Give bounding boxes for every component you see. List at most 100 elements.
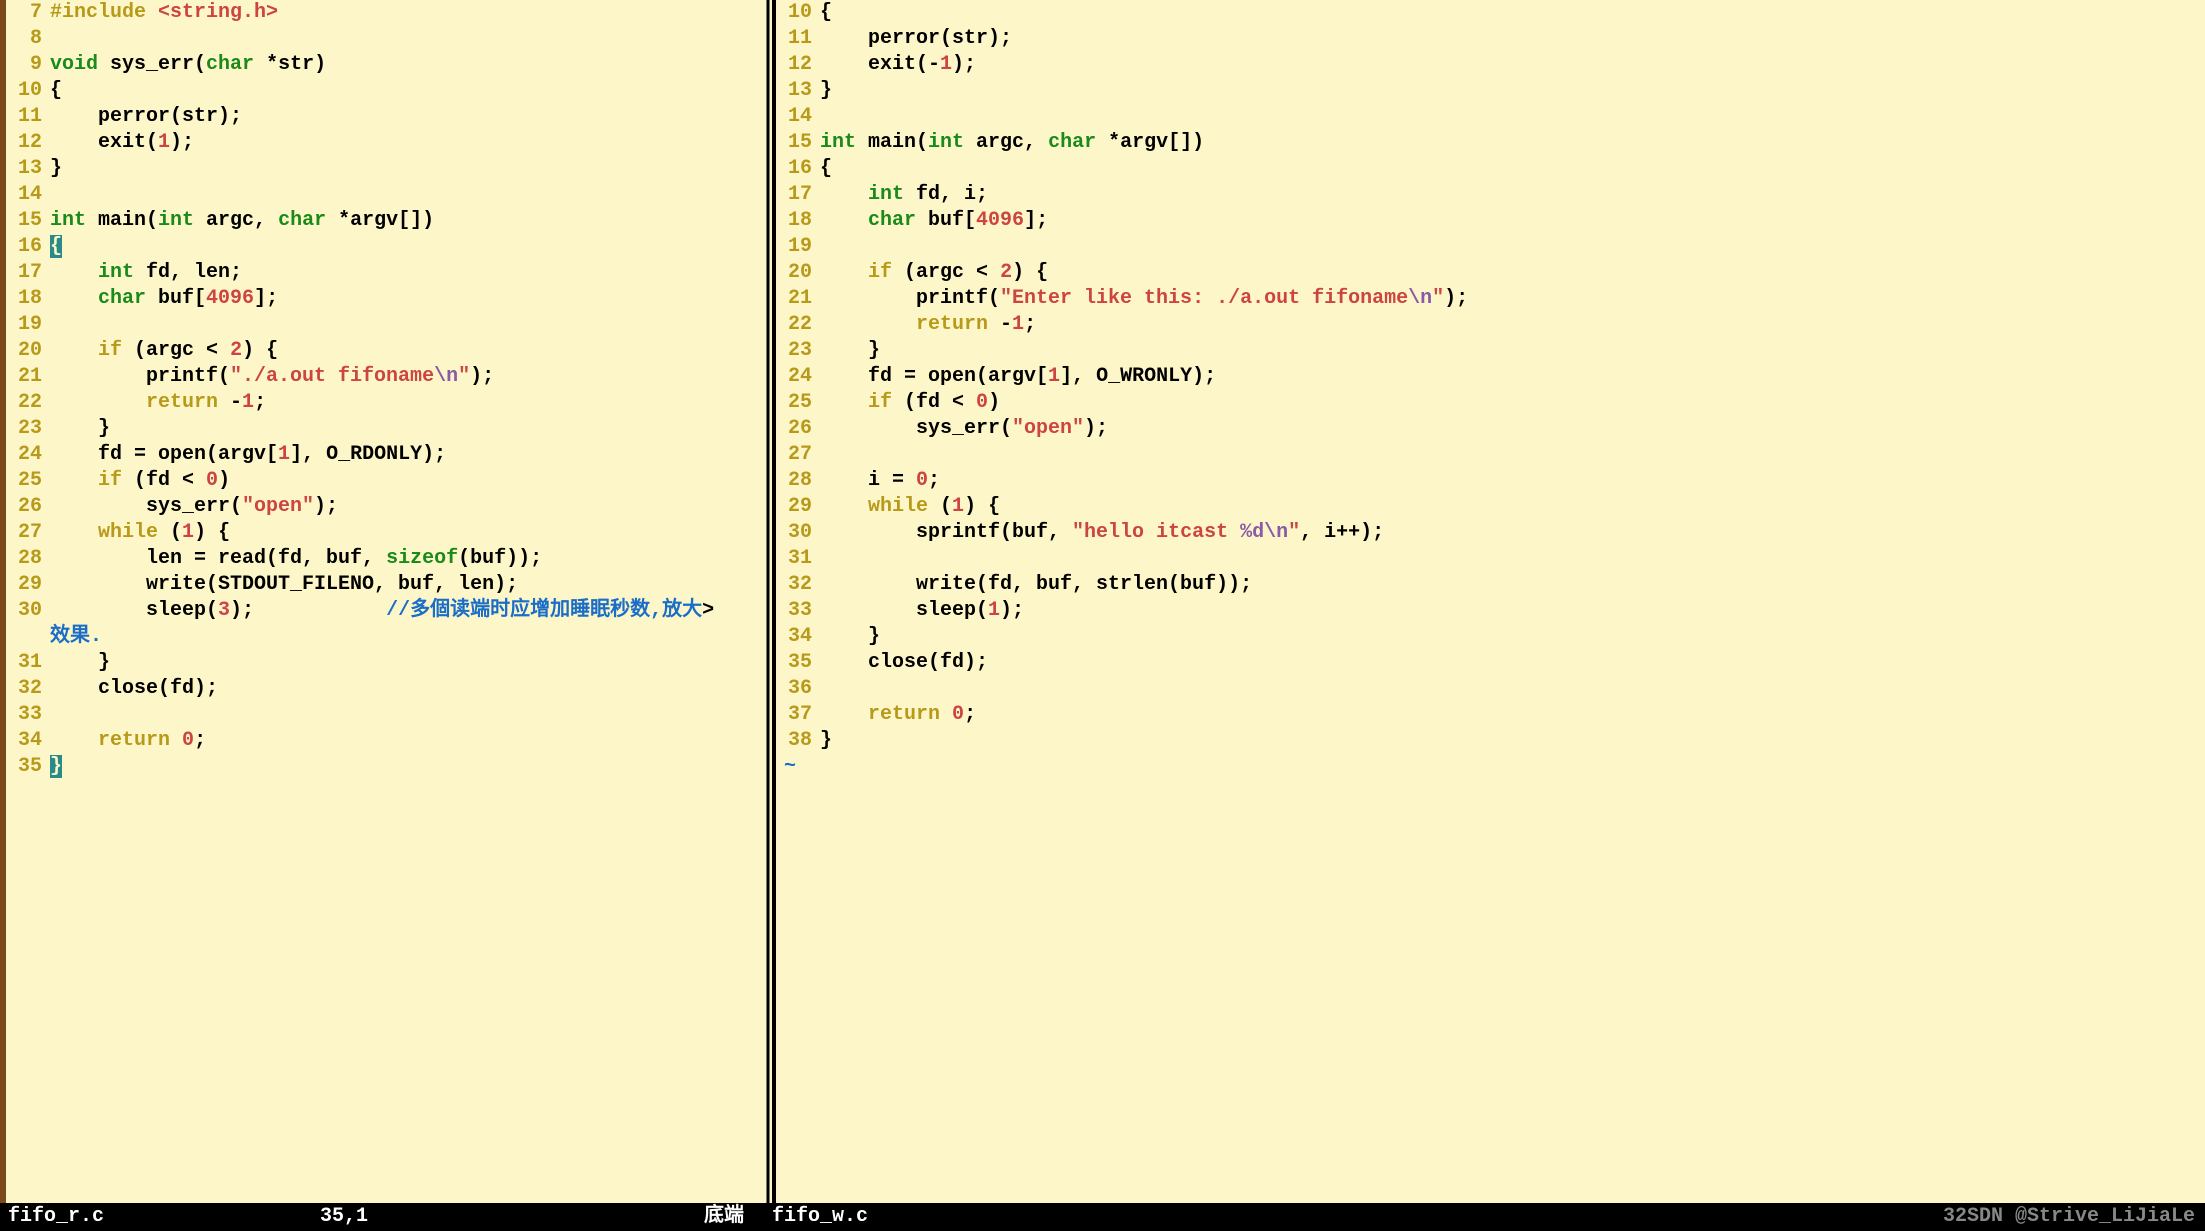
code-line[interactable]: 23 } xyxy=(6,416,764,442)
code-content[interactable]: } xyxy=(50,156,764,182)
code-content[interactable] xyxy=(820,676,2205,702)
code-content[interactable]: if (argc < 2) { xyxy=(820,260,2205,286)
code-line[interactable]: 9void sys_err(char *str) xyxy=(6,52,764,78)
code-content[interactable]: return 0; xyxy=(50,728,764,754)
code-line[interactable]: 34 return 0; xyxy=(6,728,764,754)
code-line[interactable]: 18 char buf[4096]; xyxy=(776,208,2205,234)
code-line[interactable]: 12 exit(-1); xyxy=(776,52,2205,78)
code-line[interactable]: 28 i = 0; xyxy=(776,468,2205,494)
code-content[interactable]: exit(-1); xyxy=(820,52,2205,78)
code-content[interactable]: char buf[4096]; xyxy=(820,208,2205,234)
code-line[interactable]: 22 return -1; xyxy=(776,312,2205,338)
code-content[interactable]: } xyxy=(820,624,2205,650)
code-line[interactable]: 23 } xyxy=(776,338,2205,364)
code-content[interactable]: { xyxy=(50,78,764,104)
code-content[interactable]: } xyxy=(820,78,2205,104)
code-line[interactable]: 22 return -1; xyxy=(6,390,764,416)
code-line[interactable]: 10{ xyxy=(776,0,2205,26)
code-content[interactable]: fd = open(argv[1], O_RDONLY); xyxy=(50,442,764,468)
code-line[interactable]: 38} xyxy=(776,728,2205,754)
code-line[interactable]: 30 sprintf(buf, "hello itcast %d\n", i++… xyxy=(776,520,2205,546)
code-content[interactable]: return -1; xyxy=(820,312,2205,338)
code-line[interactable]: 17 int fd, len; xyxy=(6,260,764,286)
code-line[interactable]: 35} xyxy=(6,754,764,780)
code-content[interactable]: sys_err("open"); xyxy=(50,494,764,520)
code-line[interactable]: 19 xyxy=(776,234,2205,260)
code-content[interactable] xyxy=(820,234,2205,260)
code-content[interactable]: } xyxy=(820,338,2205,364)
code-content[interactable]: close(fd); xyxy=(50,676,764,702)
code-content[interactable]: write(fd, buf, strlen(buf)); xyxy=(820,572,2205,598)
code-line[interactable]: 31 } xyxy=(6,650,764,676)
code-content[interactable]: void sys_err(char *str) xyxy=(50,52,764,78)
code-line[interactable]: 24 fd = open(argv[1], O_RDONLY); xyxy=(6,442,764,468)
code-content[interactable]: sys_err("open"); xyxy=(820,416,2205,442)
code-content[interactable] xyxy=(50,312,764,338)
code-content[interactable]: char buf[4096]; xyxy=(50,286,764,312)
code-line[interactable]: 27 xyxy=(776,442,2205,468)
code-content[interactable]: int main(int argc, char *argv[]) xyxy=(50,208,764,234)
code-line[interactable]: 24 fd = open(argv[1], O_WRONLY); xyxy=(776,364,2205,390)
code-line[interactable]: 37 return 0; xyxy=(776,702,2205,728)
code-content[interactable]: perror(str); xyxy=(820,26,2205,52)
code-content[interactable]: { xyxy=(50,234,764,260)
code-content[interactable]: } xyxy=(50,650,764,676)
code-line[interactable]: 效果. xyxy=(6,624,764,650)
code-line[interactable]: 19 xyxy=(6,312,764,338)
code-line[interactable]: 28 len = read(fd, buf, sizeof(buf)); xyxy=(6,546,764,572)
code-line[interactable]: 29 write(STDOUT_FILENO, buf, len); xyxy=(6,572,764,598)
code-content[interactable]: #include <string.h> xyxy=(50,0,764,26)
code-content[interactable]: if (argc < 2) { xyxy=(50,338,764,364)
code-content[interactable]: if (fd < 0) xyxy=(50,468,764,494)
code-content[interactable]: printf("./a.out fifoname\n"); xyxy=(50,364,764,390)
code-line[interactable]: 29 while (1) { xyxy=(776,494,2205,520)
code-content[interactable] xyxy=(50,26,764,52)
code-line[interactable]: 16{ xyxy=(6,234,764,260)
code-content[interactable]: return 0; xyxy=(820,702,2205,728)
code-line[interactable]: 8 xyxy=(6,26,764,52)
code-line[interactable]: 14 xyxy=(776,104,2205,130)
code-content[interactable]: return -1; xyxy=(50,390,764,416)
code-content[interactable]: while (1) { xyxy=(50,520,764,546)
code-line[interactable]: 18 char buf[4096]; xyxy=(6,286,764,312)
code-content[interactable]: sleep(3); //多個读端时应增加睡眠秒数,放大> xyxy=(50,598,764,624)
code-line[interactable]: 11 perror(str); xyxy=(6,104,764,130)
code-line[interactable]: 13} xyxy=(6,156,764,182)
code-line[interactable]: 10{ xyxy=(6,78,764,104)
code-content[interactable]: len = read(fd, buf, sizeof(buf)); xyxy=(50,546,764,572)
code-line[interactable]: 25 if (fd < 0) xyxy=(776,390,2205,416)
code-line[interactable]: 36 xyxy=(776,676,2205,702)
code-content[interactable] xyxy=(50,702,764,728)
code-line[interactable]: 14 xyxy=(6,182,764,208)
code-content[interactable]: sleep(1); xyxy=(820,598,2205,624)
code-content[interactable] xyxy=(820,442,2205,468)
code-line[interactable]: 35 close(fd); xyxy=(776,650,2205,676)
code-line[interactable]: 32 close(fd); xyxy=(6,676,764,702)
code-content[interactable]: if (fd < 0) xyxy=(820,390,2205,416)
code-content[interactable]: sprintf(buf, "hello itcast %d\n", i++); xyxy=(820,520,2205,546)
code-line[interactable]: 17 int fd, i; xyxy=(776,182,2205,208)
code-content[interactable]: write(STDOUT_FILENO, buf, len); xyxy=(50,572,764,598)
code-line[interactable]: 33 sleep(1); xyxy=(776,598,2205,624)
code-content[interactable]: } xyxy=(50,416,764,442)
code-line[interactable]: 16{ xyxy=(776,156,2205,182)
code-content[interactable]: printf("Enter like this: ./a.out fifonam… xyxy=(820,286,2205,312)
code-content[interactable]: close(fd); xyxy=(820,650,2205,676)
code-line[interactable]: 27 while (1) { xyxy=(6,520,764,546)
code-content[interactable]: exit(1); xyxy=(50,130,764,156)
code-line[interactable]: 20 if (argc < 2) { xyxy=(776,260,2205,286)
right-pane[interactable]: 10{11 perror(str);12 exit(-1);13}1415int… xyxy=(772,0,2205,1203)
code-line[interactable]: 31 xyxy=(776,546,2205,572)
code-line[interactable]: 21 printf("Enter like this: ./a.out fifo… xyxy=(776,286,2205,312)
code-content[interactable]: { xyxy=(820,0,2205,26)
code-line[interactable]: 26 sys_err("open"); xyxy=(776,416,2205,442)
code-content[interactable]: int fd, len; xyxy=(50,260,764,286)
code-content[interactable]: while (1) { xyxy=(820,494,2205,520)
code-line[interactable]: 34 } xyxy=(776,624,2205,650)
code-content[interactable]: { xyxy=(820,156,2205,182)
pane-separator[interactable] xyxy=(764,0,772,1203)
code-content[interactable]: i = 0; xyxy=(820,468,2205,494)
code-line[interactable]: 13} xyxy=(776,78,2205,104)
left-pane[interactable]: 7#include <string.h>89void sys_err(char … xyxy=(0,0,764,1203)
code-content[interactable] xyxy=(820,546,2205,572)
